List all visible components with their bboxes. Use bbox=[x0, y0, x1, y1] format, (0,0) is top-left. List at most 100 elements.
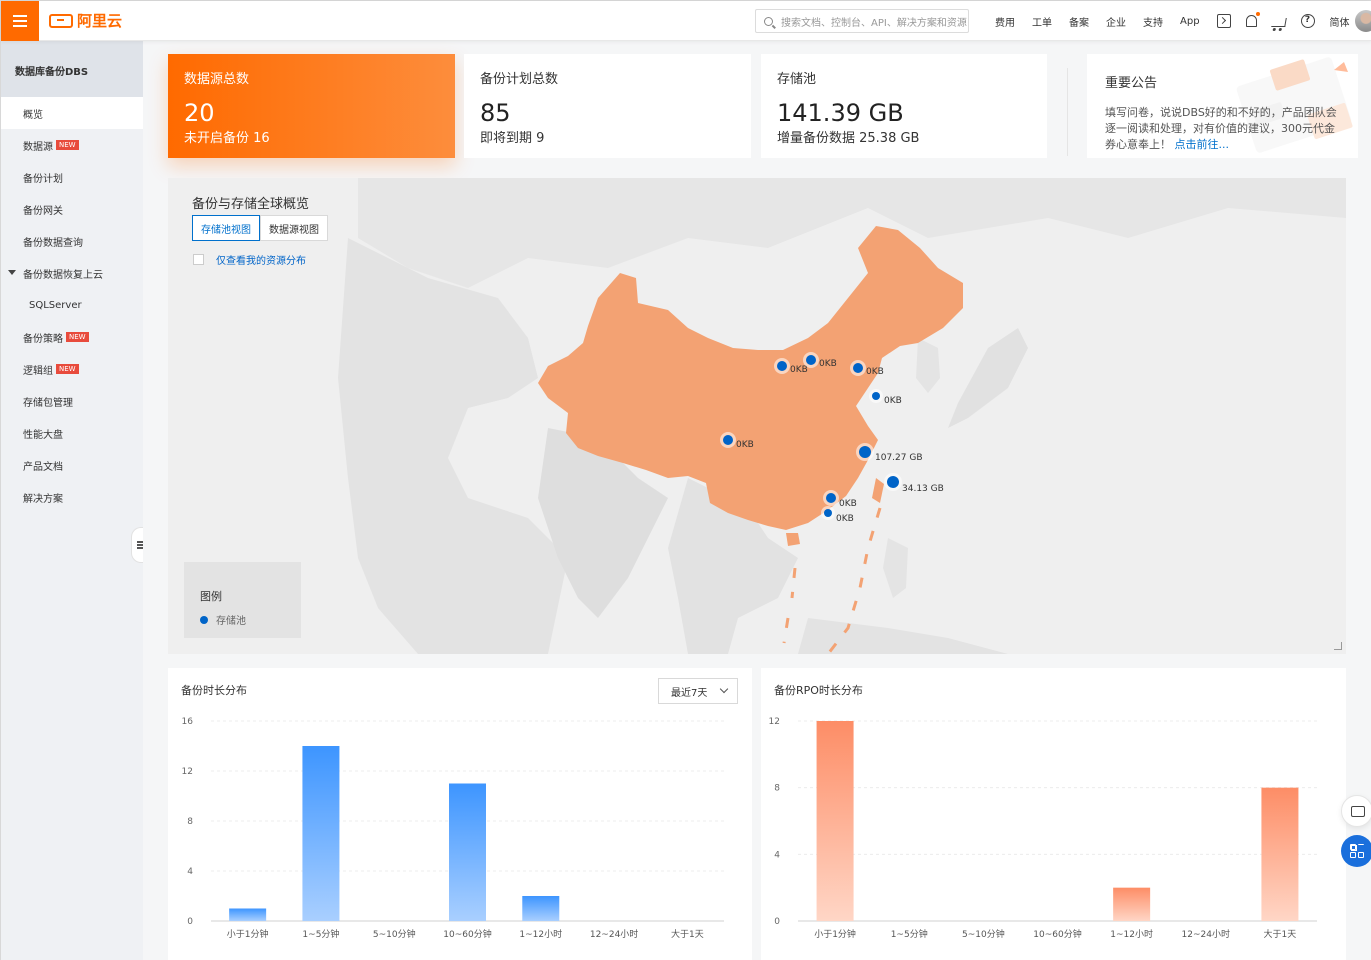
x-tick-label: 1~12小时 bbox=[1110, 928, 1153, 940]
land-japan bbox=[948, 328, 1028, 428]
y-tick-label: 8 bbox=[187, 817, 193, 827]
bar[interactable] bbox=[229, 908, 267, 922]
bar[interactable] bbox=[302, 746, 340, 921]
storage-pool-point[interactable] bbox=[826, 493, 836, 503]
x-tick-label: 10~60分钟 bbox=[1033, 928, 1081, 940]
avatar[interactable] bbox=[1355, 10, 1371, 32]
stat-title: 数据源总数 bbox=[184, 72, 250, 87]
storage-pool-point[interactable] bbox=[806, 355, 816, 365]
nav-support[interactable]: 支持 bbox=[1143, 14, 1163, 29]
sidebar-item[interactable]: 备份计划 bbox=[1, 161, 143, 193]
y-tick-label: 8 bbox=[774, 784, 780, 794]
tab-datasource-view[interactable]: 数据源视图 bbox=[260, 215, 328, 241]
y-tick-label: 12 bbox=[769, 717, 780, 727]
storage-pool-point[interactable] bbox=[824, 509, 832, 517]
nav-enterprise[interactable]: 企业 bbox=[1106, 14, 1126, 29]
backup-rpo-chart-card: 备份RPO时长分布 0 4 8 12 小于1分钟 1~5分钟 5~10分钟 10~60分钟 1~… bbox=[761, 668, 1346, 960]
x-tick-label: 5~10分钟 bbox=[373, 928, 416, 940]
language-switch[interactable]: 简体 bbox=[1330, 14, 1350, 29]
map-point-label: 0KB bbox=[790, 365, 808, 375]
terminal-icon[interactable] bbox=[1216, 14, 1231, 28]
notice-card: 重要公告 填写问卷，说说DBS好的和不好的，产品团队会逐一阅读和处理，对有价值的… bbox=[1087, 54, 1358, 158]
resize-grip-icon[interactable] bbox=[1334, 642, 1342, 650]
feedback-chat-button[interactable] bbox=[1341, 795, 1371, 827]
tab-storage-pool-view[interactable]: 存储池视图 bbox=[192, 215, 260, 241]
main-content: 数据源总数 20 未开启备份 16 备份计划总数 85 即将到期 9 存储池 1… bbox=[143, 41, 1371, 960]
y-tick-label: 4 bbox=[774, 850, 780, 860]
new-badge: NEW bbox=[56, 140, 79, 150]
storage-pool-point[interactable] bbox=[887, 476, 899, 488]
x-tick-label: 12~24小时 bbox=[590, 928, 638, 940]
land-philippines bbox=[883, 538, 908, 598]
nav-app[interactable]: App bbox=[1180, 16, 1200, 27]
stat-sub: 即将到期 9 bbox=[480, 131, 545, 146]
new-badge: NEW bbox=[56, 364, 79, 374]
top-bar: 阿里云 搜索文档、控制台、API、解决方案和资源 费用 工单 备案 企业 支持 … bbox=[1, 1, 1371, 41]
apps-button[interactable] bbox=[1341, 835, 1371, 867]
storage-pool-point[interactable] bbox=[872, 392, 880, 400]
sidebar-item[interactable]: SQLServer bbox=[1, 289, 143, 321]
legend-item-storage-pool[interactable]: 存储池 bbox=[200, 612, 301, 627]
menu-button[interactable] bbox=[1, 1, 39, 41]
map-point-label: 107.27 GB bbox=[875, 453, 923, 463]
notice-link[interactable]: 点击前往... bbox=[1175, 138, 1230, 151]
help-icon[interactable]: ? bbox=[1300, 14, 1315, 28]
sidebar-item[interactable]: 性能大盘 bbox=[1, 417, 143, 449]
stat-card-backup-plans[interactable]: 备份计划总数 85 即将到期 9 bbox=[464, 54, 751, 158]
stat-value: 20 bbox=[184, 99, 215, 127]
sidebar-item[interactable]: 备份数据恢复上云 bbox=[1, 257, 143, 289]
sidebar-item[interactable]: 存储包管理 bbox=[1, 385, 143, 417]
map-point-label: 34.13 GB bbox=[902, 484, 944, 494]
sidebar-item-label: SQLServer bbox=[29, 299, 82, 311]
storage-pool-point[interactable] bbox=[853, 363, 863, 373]
sidebar-item[interactable]: 解决方案 bbox=[1, 481, 143, 513]
new-badge: NEW bbox=[66, 332, 89, 342]
sidebar: 数据库备份DBS 概览 数据源 NEW 备份计划 备份网关 备份数据查询 备份数据恢复上云 S… bbox=[1, 41, 145, 960]
sidebar-item[interactable]: 数据源 NEW bbox=[1, 129, 143, 161]
aliyun-logo[interactable]: 阿里云 bbox=[49, 10, 122, 31]
sidebar-item[interactable]: 备份数据查询 bbox=[1, 225, 143, 257]
bell-icon[interactable] bbox=[1245, 12, 1260, 27]
stat-card-storage-pool[interactable]: 存储池 141.39 GB 增量备份数据 25.38 GB bbox=[761, 54, 1047, 158]
world-map: 0KB 0KB 0KB 0KB 0KB 107.27 GB 34.13 GB 0KB 0KB bbox=[338, 178, 1346, 654]
x-tick-label: 12~24小时 bbox=[1182, 928, 1230, 940]
storage-pool-point[interactable] bbox=[723, 435, 733, 445]
stat-value: 141.39 GB bbox=[777, 99, 904, 127]
sidebar-item[interactable]: 逻辑组 NEW bbox=[1, 353, 143, 385]
stat-card-datasources[interactable]: 数据源总数 20 未开启备份 16 bbox=[168, 54, 455, 158]
sidebar-item[interactable]: 备份策略 NEW bbox=[1, 321, 143, 353]
sidebar-item[interactable]: 产品文档 bbox=[1, 449, 143, 481]
search-input[interactable]: 搜索文档、控制台、API、解决方案和资源 bbox=[755, 9, 969, 33]
land-north bbox=[358, 178, 1346, 288]
x-tick-label: 大于1天 bbox=[1264, 928, 1297, 940]
backup-duration-chart: 0 4 8 12 16 小于1分钟 1~5分钟 5~10分钟 10~60分钟 1~12小时 12~2… bbox=[182, 717, 724, 940]
y-tick-label: 16 bbox=[182, 717, 194, 727]
apps-grid-icon bbox=[1350, 844, 1364, 858]
bar[interactable] bbox=[522, 896, 560, 921]
backup-rpo-chart: 0 4 8 12 小于1分钟 1~5分钟 5~10分钟 10~60分钟 1~12小时 12~24小… bbox=[769, 717, 1317, 940]
nav-billing[interactable]: 费用 bbox=[995, 14, 1015, 29]
sidebar-item-label: 性能大盘 bbox=[23, 429, 63, 441]
x-tick-label: 1~5分钟 bbox=[302, 928, 339, 940]
cart-icon[interactable] bbox=[1270, 17, 1287, 27]
only-my-resources-checkbox[interactable]: 仅查看我的资源分布 bbox=[193, 252, 306, 267]
global-overview-map[interactable]: 0KB 0KB 0KB 0KB 0KB 107.27 GB 34.13 GB 0KB 0KB 备… bbox=[168, 178, 1346, 654]
bar[interactable] bbox=[816, 721, 854, 921]
sidebar-item[interactable]: 备份网关 bbox=[1, 193, 143, 225]
x-tick-label: 1~5分钟 bbox=[891, 928, 928, 940]
hainan-island bbox=[786, 533, 800, 546]
checkbox[interactable] bbox=[193, 254, 204, 265]
map-view-tabs: 存储池视图 数据源视图 bbox=[192, 215, 328, 241]
bar[interactable] bbox=[1261, 787, 1299, 921]
y-tick-label: 12 bbox=[182, 767, 193, 777]
nav-icp[interactable]: 备案 bbox=[1069, 14, 1089, 29]
storage-pool-point[interactable] bbox=[859, 446, 871, 458]
bar[interactable] bbox=[449, 783, 486, 922]
legend-dot-icon bbox=[200, 615, 208, 624]
sidebar-item[interactable]: 概览 bbox=[1, 97, 143, 129]
sidebar-item-label: 备份数据查询 bbox=[23, 237, 83, 249]
storage-pool-point[interactable] bbox=[777, 361, 787, 371]
y-tick-label: 0 bbox=[774, 917, 780, 927]
bar[interactable] bbox=[1113, 887, 1151, 921]
nav-tickets[interactable]: 工单 bbox=[1032, 14, 1052, 29]
